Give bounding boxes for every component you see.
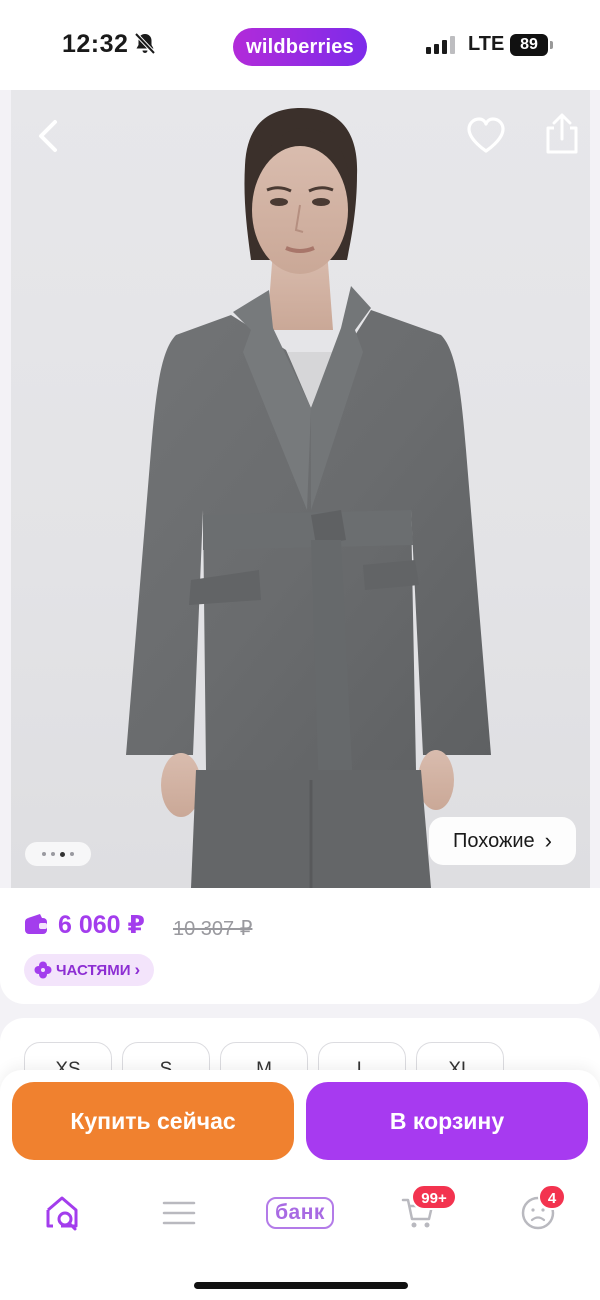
pagination-dot-active — [60, 851, 65, 857]
product-photo[interactable]: Похожие › — [11, 90, 590, 888]
old-price: 10 307 ₽ — [173, 918, 253, 940]
favorite-button[interactable] — [465, 116, 507, 156]
product-photo-illustration — [126, 108, 491, 888]
gallery-pagination — [25, 842, 91, 866]
home-indicator — [194, 1282, 408, 1289]
share-button[interactable] — [541, 112, 583, 156]
status-time: 12:32 — [62, 30, 129, 58]
chevron-right-icon: › — [134, 960, 141, 979]
bell-muted-icon — [134, 32, 156, 61]
home-search-icon — [46, 1196, 78, 1231]
installments-icon — [34, 961, 52, 979]
price-section: 6 060 ₽ 10 307 ₽ ЧАСТЯМИ › — [0, 888, 600, 1004]
menu-icon — [162, 1201, 196, 1225]
current-price: 6 060 ₽ — [58, 911, 145, 939]
add-to-cart-button[interactable]: В корзину — [306, 1082, 588, 1160]
share-icon — [546, 113, 578, 154]
cart-badge: 99+ — [411, 1184, 457, 1210]
status-bar: 12:32 wildberries LTE 89 — [0, 0, 600, 90]
profile-badge: 4 — [538, 1184, 566, 1210]
tab-catalog[interactable] — [149, 1188, 209, 1238]
brand-logo: wildberries — [233, 28, 367, 66]
bottom-action-bar: Купить сейчас В корзину банк 99+ 4 — [0, 1070, 600, 1300]
battery-level: 89 — [510, 34, 548, 56]
tab-bank[interactable]: банк — [258, 1188, 342, 1238]
back-button[interactable] — [29, 116, 69, 156]
installments-label: ЧАСТЯМИ — [56, 961, 131, 979]
similar-items-button[interactable]: Похожие › — [429, 817, 576, 865]
similar-items-label: Похожие — [453, 829, 535, 852]
pagination-dot — [70, 852, 74, 856]
chevron-left-icon — [39, 120, 57, 152]
pagination-dot — [51, 852, 55, 856]
signal-icon — [426, 36, 455, 54]
chevron-right-icon: › — [544, 828, 552, 853]
network-type: LTE — [468, 33, 505, 55]
installments-button[interactable]: ЧАСТЯМИ › — [24, 954, 155, 986]
tab-home[interactable] — [32, 1188, 92, 1238]
wallet-icon — [24, 913, 48, 940]
battery-cap — [550, 41, 553, 49]
pagination-dot — [42, 852, 46, 856]
bank-icon: банк — [266, 1197, 334, 1229]
buy-now-button[interactable]: Купить сейчас — [12, 1082, 294, 1160]
heart-icon — [467, 117, 505, 153]
